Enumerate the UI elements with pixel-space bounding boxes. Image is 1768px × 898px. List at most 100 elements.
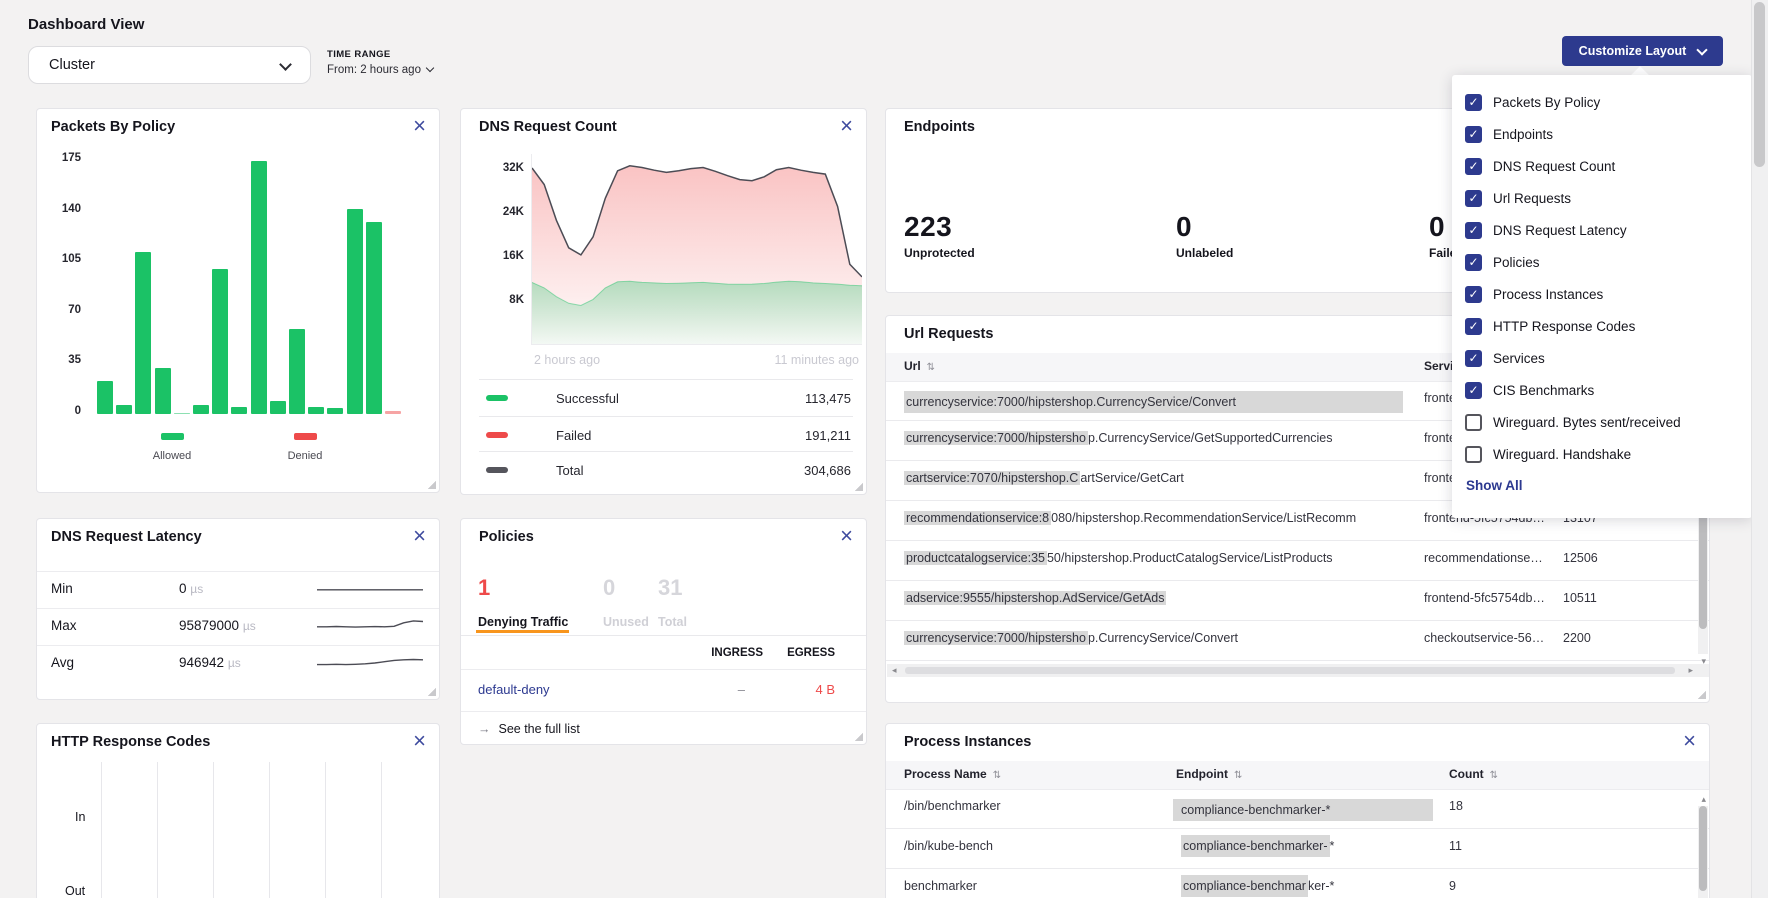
checked-checkbox-icon[interactable]: ✓ xyxy=(1465,382,1482,399)
menu-item-label: Policies xyxy=(1493,255,1540,270)
scrollbar-thumb[interactable] xyxy=(1754,2,1765,167)
resize-handle[interactable] xyxy=(854,482,863,491)
highlighted-text: recommendationservice:8 xyxy=(904,511,1051,525)
table-row[interactable]: benchmarkercompliance-benchmarker-*9 xyxy=(886,869,1709,898)
y-tick-label: 32K xyxy=(503,162,524,174)
stat-label: Unprotected xyxy=(904,246,975,260)
sort-icon[interactable]: ⇅ xyxy=(993,770,1001,781)
scrollbar-thumb[interactable] xyxy=(1699,806,1707,891)
card-title: DNS Request Latency xyxy=(51,529,202,545)
menu-item-dns-request-count[interactable]: ✓DNS Request Count xyxy=(1452,150,1752,182)
menu-item-cis-benchmarks[interactable]: ✓CIS Benchmarks xyxy=(1452,374,1752,406)
resize-handle[interactable] xyxy=(427,480,436,489)
column-header-count[interactable]: Count⇅ xyxy=(1449,767,1498,781)
time-range-value[interactable]: From: 2 hours ago xyxy=(327,64,433,76)
checked-checkbox-icon[interactable]: ✓ xyxy=(1465,350,1482,367)
table-row[interactable]: productcatalogservice:3550/hipstershop.P… xyxy=(886,541,1709,581)
scroll-right-arrow[interactable]: ▸ xyxy=(1688,665,1693,676)
allowed-bar xyxy=(327,408,343,414)
view-selector-dropdown[interactable]: Cluster xyxy=(28,46,311,84)
stat-value: 0 xyxy=(1176,211,1233,243)
stat-denying-traffic[interactable]: 1 Denying Traffic xyxy=(478,575,568,629)
checked-checkbox-icon[interactable]: ✓ xyxy=(1465,222,1482,239)
column-header-ingress: INGRESS xyxy=(697,647,763,659)
menu-item-services[interactable]: ✓Services xyxy=(1452,342,1752,374)
resize-handle[interactable] xyxy=(854,732,863,741)
chevron-down-icon xyxy=(279,58,292,71)
scrollbar-thumb[interactable] xyxy=(905,667,1675,674)
policy-name-link[interactable]: default-deny xyxy=(478,682,550,697)
page-scrollbar[interactable] xyxy=(1751,0,1768,898)
checked-checkbox-icon[interactable]: ✓ xyxy=(1465,126,1482,143)
sort-icon[interactable]: ⇅ xyxy=(927,362,935,373)
horizontal-scrollbar[interactable]: ◂ ▸ xyxy=(887,664,1709,677)
see-full-list-link[interactable]: →See the full list xyxy=(478,722,580,736)
close-icon[interactable]: × xyxy=(413,112,426,140)
allowed-bar xyxy=(347,209,363,414)
allowed-bar xyxy=(366,222,382,414)
table-row[interactable]: /bin/benchmarkercompliance-benchmarker-*… xyxy=(886,789,1709,829)
table-row[interactable]: adservice:9555/hipstershop.AdService/Get… xyxy=(886,581,1709,621)
sort-icon[interactable]: ⇅ xyxy=(1490,770,1498,781)
menu-item-policies[interactable]: ✓ Policies xyxy=(1452,246,1752,278)
checked-checkbox-icon[interactable]: ✓ xyxy=(1465,254,1482,271)
allowed-bar xyxy=(97,381,113,414)
checked-checkbox-icon[interactable]: ✓ xyxy=(1465,318,1482,335)
show-all-link[interactable]: Show All xyxy=(1466,478,1752,493)
table-row[interactable]: currencyservice:7000/hipstershop.Currenc… xyxy=(886,621,1709,661)
checked-checkbox-icon[interactable]: ✓ xyxy=(1465,286,1482,303)
scroll-left-arrow[interactable]: ◂ xyxy=(892,665,897,676)
card-policies: Policies × 1 Denying Traffic 0 Unused 31… xyxy=(460,518,867,745)
column-header-process-name[interactable]: Process Name⇅ xyxy=(904,767,1001,781)
count-cell: 11 xyxy=(1449,839,1462,853)
allowed-bar xyxy=(308,407,324,414)
menu-item-packets-by-policy[interactable]: ✓Packets By Policy xyxy=(1452,86,1752,118)
card-process-instances: Process Instances × Process Name⇅ Endpoi… xyxy=(885,723,1710,898)
customize-layout-button[interactable]: Customize Layout xyxy=(1562,36,1723,66)
stat-total[interactable]: 31 Total xyxy=(658,575,687,629)
card-dns-request-latency: DNS Request Latency × Min 0 µs Max 95879… xyxy=(36,518,440,700)
resize-handle[interactable] xyxy=(1697,690,1706,699)
checked-checkbox-icon[interactable]: ✓ xyxy=(1465,94,1482,111)
y-axis-labels: 17514010570350 xyxy=(37,109,81,492)
highlighted-text: adservice:9555/hipstershop.AdService/Get… xyxy=(904,591,1166,605)
stat-unused[interactable]: 0 Unused xyxy=(603,575,649,629)
column-header-url[interactable]: Url⇅ xyxy=(904,359,935,373)
sort-icon[interactable]: ⇅ xyxy=(1234,770,1242,781)
service-cell: frontend-5fc5754db… xyxy=(1424,591,1556,605)
endpoint-cell: compliance-benchmarker-* xyxy=(1181,799,1443,821)
time-range-control[interactable]: TIME RANGE From: 2 hours ago xyxy=(327,49,433,76)
highlighted-text: currencyservice:7000/hipstershop.Currenc… xyxy=(904,391,1403,413)
chevron-down-icon xyxy=(426,64,434,72)
menu-item-process-instances[interactable]: ✓Process Instances xyxy=(1452,278,1752,310)
menu-item-wireguard-bytes-sent-received[interactable]: Wireguard. Bytes sent/received xyxy=(1452,406,1752,438)
scroll-up-arrow[interactable]: ▴ xyxy=(1701,794,1706,805)
highlighted-text: currencyservice:7000/hipstersho xyxy=(904,631,1088,645)
menu-item-dns-request-latency[interactable]: ✓DNS Request Latency xyxy=(1452,214,1752,246)
latency-label: Max xyxy=(51,618,77,633)
unchecked-checkbox-icon[interactable] xyxy=(1465,446,1482,463)
checked-checkbox-icon[interactable]: ✓ xyxy=(1465,158,1482,175)
menu-item-endpoints[interactable]: ✓Endpoints xyxy=(1452,118,1752,150)
unchecked-checkbox-icon[interactable] xyxy=(1465,414,1482,431)
policy-row[interactable]: default-deny – 4 B xyxy=(461,670,866,711)
table-row[interactable]: /bin/kube-benchcompliance-benchmarker-*1… xyxy=(886,829,1709,869)
close-icon[interactable]: × xyxy=(413,522,426,550)
column-header-endpoint[interactable]: Endpoint⇅ xyxy=(1176,767,1242,781)
vertical-scrollbar[interactable] xyxy=(1698,806,1708,898)
close-icon[interactable]: × xyxy=(840,112,853,140)
menu-item-wireguard-handshake[interactable]: Wireguard. Handshake xyxy=(1452,438,1752,470)
y-tick-label: 70 xyxy=(68,304,81,316)
resize-handle[interactable] xyxy=(427,687,436,696)
allowed-bar xyxy=(270,401,286,414)
menu-item-url-requests[interactable]: ✓Url Requests xyxy=(1452,182,1752,214)
y-tick-label: 175 xyxy=(62,152,81,164)
menu-item-http-response-codes[interactable]: ✓HTTP Response Codes xyxy=(1452,310,1752,342)
grid-line xyxy=(101,762,102,898)
close-icon[interactable]: × xyxy=(413,727,426,755)
url-cell: recommendationservice:8080/hipstershop.R… xyxy=(904,511,1416,525)
legend-label: Failed xyxy=(556,428,591,443)
close-icon[interactable]: × xyxy=(840,522,853,550)
checked-checkbox-icon[interactable]: ✓ xyxy=(1465,190,1482,207)
close-icon[interactable]: × xyxy=(1683,727,1696,755)
